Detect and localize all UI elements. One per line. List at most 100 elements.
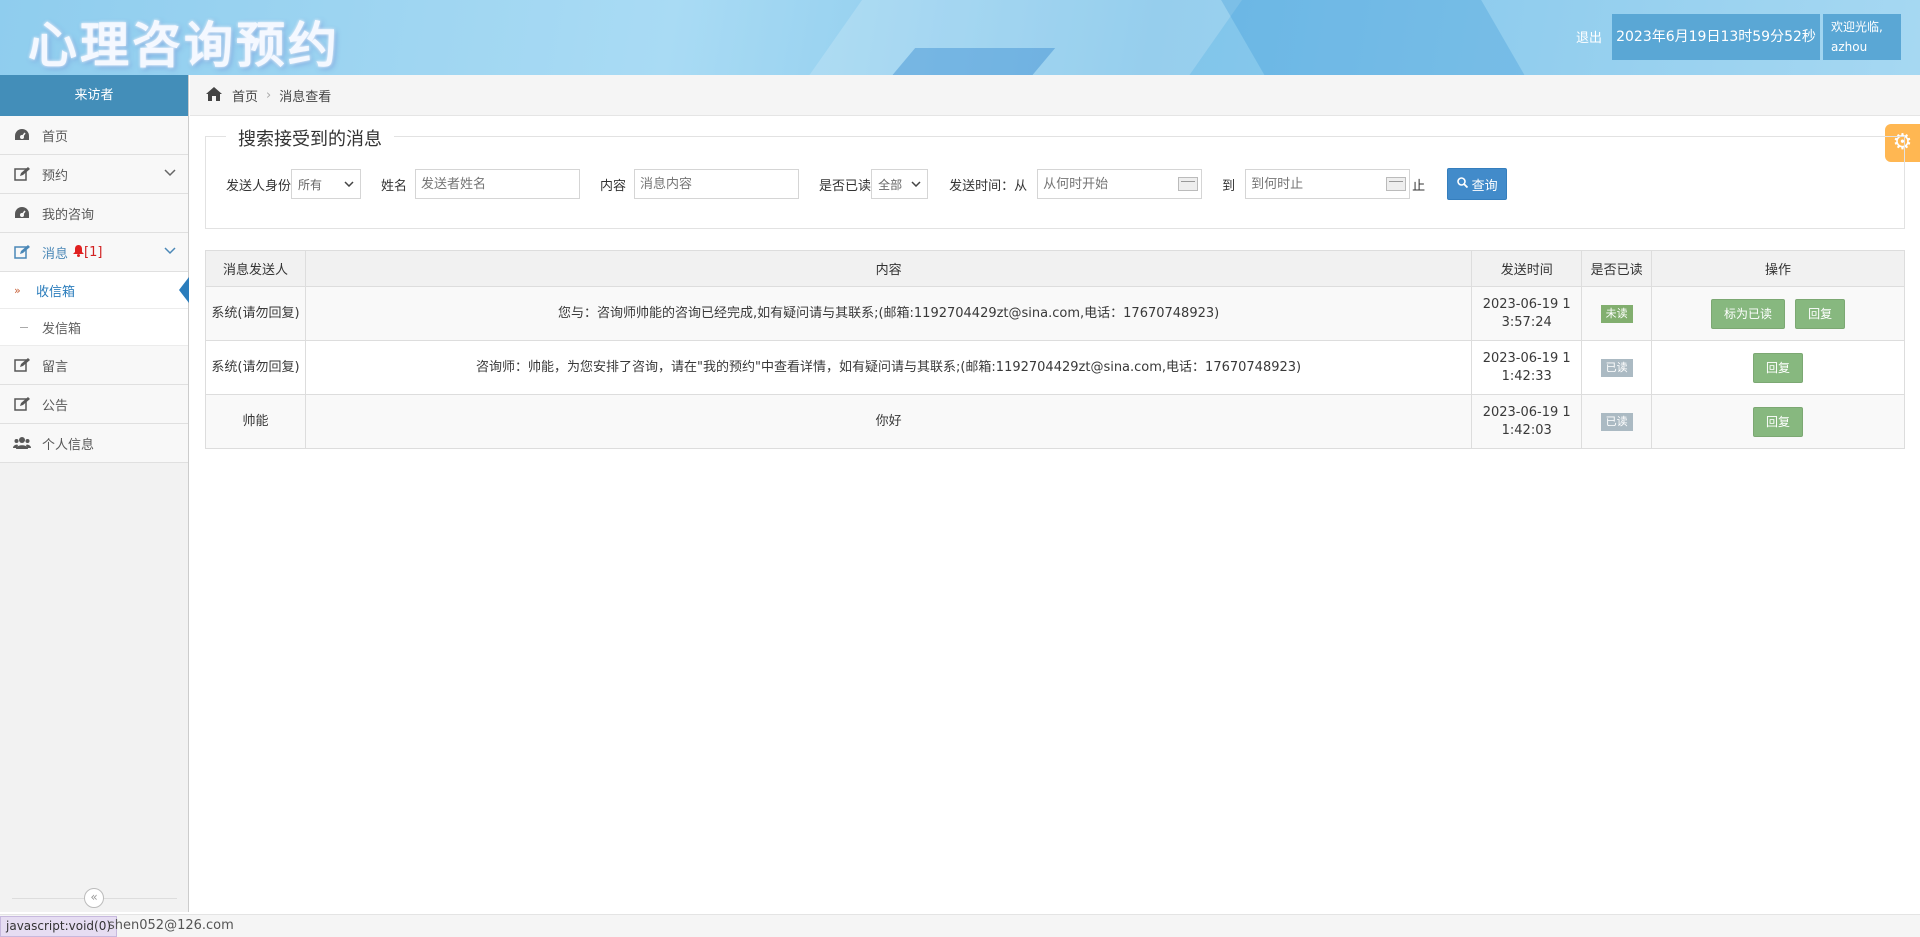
- cell-sender: 系统(请勿回复): [205, 286, 306, 341]
- table-header-row: 消息发送人 内容 发送时间 是否已读 操作: [205, 250, 1905, 287]
- send-time-label: 发送时间：从: [949, 178, 1028, 194]
- time-line: 2023-06-19 1: [1482, 350, 1571, 366]
- messages-table: 消息发送人 内容 发送时间 是否已读 操作 系统(请勿回复) 您与：咨询师帅能的…: [205, 250, 1905, 449]
- mark-read-button[interactable]: 标为已读: [1710, 298, 1785, 329]
- sidebar-item-label: 公告: [42, 398, 69, 414]
- sidebar-item-label: 消息: [42, 246, 69, 262]
- search-form-row: 发送人身份 所有 姓名 内容 是否已读 全部 发送时间：从 到 止: [226, 168, 1508, 200]
- sidebar-item-profile[interactable]: 个人信息: [0, 424, 188, 463]
- sidebar-item-label: 首页: [42, 129, 69, 145]
- column-header-actions: 操作: [1651, 250, 1905, 287]
- date-from-wrapper: [1037, 169, 1203, 199]
- time-line: 3:57:24: [1501, 314, 1552, 330]
- chevron-down-icon: [911, 179, 921, 190]
- dashboard-icon: [12, 127, 32, 143]
- reply-button[interactable]: 回复: [1753, 406, 1804, 437]
- sidebar-item-home[interactable]: 首页: [0, 116, 188, 155]
- to-label: 到: [1222, 178, 1236, 194]
- sidebar-item-label: 我的咨询: [42, 207, 95, 223]
- table-row: 系统(请勿回复) 您与：咨询师帅能的咨询已经完成,如有疑问请与其联系;(邮箱:1…: [205, 286, 1905, 341]
- sidebar-item-notice[interactable]: 公告: [0, 385, 188, 424]
- browser-status-bar: javascript:void(0) shen052@126.com: [0, 914, 1920, 937]
- edit-icon: [12, 396, 32, 412]
- content-input[interactable]: [634, 169, 800, 199]
- sender-identity-label: 发送人身份: [226, 178, 292, 194]
- edit-icon: [12, 244, 32, 260]
- time-line: 1:42:03: [1501, 422, 1552, 438]
- sidebar-item-label: 预约: [42, 168, 69, 184]
- sidebar-item-guestbook[interactable]: 留言: [0, 346, 188, 385]
- cell-content: 您与：咨询师帅能的咨询已经完成,如有疑问请与其联系;(邮箱:1192704429…: [304, 286, 1473, 341]
- calendar-icon[interactable]: [1178, 177, 1199, 191]
- cell-content: 咨询师：帅能，为您安排了咨询，请在"我的预约"中查看详情，如有疑问请与其联系;(…: [304, 340, 1473, 395]
- query-button[interactable]: 查询: [1447, 168, 1508, 200]
- logout-link[interactable]: 退出: [1576, 27, 1602, 46]
- sidebar-subitem-outbox[interactable]: 发信箱: [0, 309, 188, 346]
- edit-icon: [12, 166, 32, 182]
- cell-time: 2023-06-19 1 1:42:03: [1471, 394, 1583, 449]
- cell-content: 你好: [304, 394, 1473, 449]
- date-to-wrapper: [1245, 169, 1411, 199]
- sidebar-item-label: 收信箱: [36, 284, 76, 300]
- welcome-box: 欢迎光临, azhou: [1823, 14, 1901, 60]
- cell-time: 2023-06-19 1 3:57:24: [1471, 286, 1583, 341]
- double-chevron-left-icon[interactable]: «: [84, 888, 104, 908]
- app-logo: 心理咨询预约: [28, 17, 341, 74]
- query-button-label: 查询: [1471, 178, 1498, 194]
- sidebar-item-label: 留言: [42, 359, 69, 375]
- column-header-read: 是否已读: [1581, 250, 1653, 287]
- status-badge: 已读: [1600, 358, 1633, 377]
- sender-name-input[interactable]: [415, 169, 581, 199]
- cell-time: 2023-06-19 1 1:42:33: [1471, 340, 1583, 395]
- table-row: 系统(请勿回复) 咨询师：帅能，为您安排了咨询，请在"我的预约"中查看详情，如有…: [205, 340, 1905, 395]
- active-indicator: [179, 277, 189, 303]
- cell-read: 已读: [1581, 340, 1653, 395]
- chevron-down-icon: [164, 245, 176, 258]
- cell-sender: 系统(请勿回复): [205, 340, 306, 395]
- chevron-down-icon: [164, 167, 176, 180]
- sidebar-item-label: 发信箱: [42, 321, 82, 337]
- breadcrumb-current: 消息查看: [279, 89, 332, 105]
- status-badge: 未读: [1600, 304, 1633, 323]
- read-status-select[interactable]: 全部: [871, 169, 929, 199]
- breadcrumb-home-link[interactable]: 首页: [232, 86, 258, 105]
- sidebar-item-messages[interactable]: 消息 [1]: [0, 233, 188, 272]
- reply-button[interactable]: 回复: [1753, 352, 1804, 383]
- cell-sender: 帅能: [205, 394, 306, 449]
- sidebar-item-my-consult[interactable]: 我的咨询: [0, 194, 188, 233]
- unread-count: [1]: [84, 244, 103, 260]
- reply-button[interactable]: 回复: [1795, 298, 1846, 329]
- read-status-label: 是否已读: [819, 178, 872, 194]
- welcome-text: 欢迎光临,: [1831, 20, 1883, 34]
- username: azhou: [1831, 40, 1868, 54]
- top-header: 心理咨询预约 退出 2023年6月19日13时59分52秒 欢迎光临, azho…: [0, 0, 1920, 75]
- search-fieldset: 搜索接受到的消息 发送人身份 所有 姓名 内容 是否已读 全部 发送时间：从 到: [205, 125, 1905, 229]
- time-line: 2023-06-19 1: [1482, 404, 1571, 420]
- cell-read: 未读: [1581, 286, 1653, 341]
- users-icon: [12, 435, 32, 451]
- sidebar-item-label: 个人信息: [42, 437, 95, 453]
- home-icon[interactable]: [206, 86, 222, 105]
- sidebar-subitem-inbox[interactable]: » 收信箱: [0, 272, 189, 309]
- column-header-time: 发送时间: [1471, 250, 1583, 287]
- time-line: 2023-06-19 1: [1482, 296, 1571, 312]
- calendar-icon[interactable]: [1386, 177, 1407, 191]
- status-link-preview: javascript:void(0): [0, 916, 118, 937]
- chevron-down-icon: [344, 179, 354, 190]
- breadcrumb: 首页 › 消息查看: [190, 75, 1920, 116]
- name-label: 姓名: [381, 178, 408, 194]
- sidebar: 来访者 首页 预约 我的咨询 消息 [1] » 收信箱 发信箱 留言 公告 个人…: [0, 75, 189, 912]
- breadcrumb-separator: ›: [266, 87, 272, 103]
- current-datetime: 2023年6月19日13时59分52秒: [1612, 14, 1820, 60]
- search-icon: [1456, 177, 1468, 191]
- cell-read: 已读: [1581, 394, 1653, 449]
- sidebar-item-appointment[interactable]: 预约: [0, 155, 188, 194]
- time-line: 1:42:33: [1501, 368, 1552, 384]
- search-legend: 搜索接受到的消息: [226, 125, 394, 151]
- sender-identity-select[interactable]: 所有: [291, 169, 362, 199]
- table-row: 帅能 你好 2023-06-19 1 1:42:03 已读 回复: [205, 394, 1905, 449]
- select-value: 全部: [878, 177, 903, 192]
- column-header-sender: 消息发送人: [205, 250, 306, 287]
- select-value: 所有: [298, 177, 323, 192]
- to-suffix: 止: [1412, 178, 1426, 194]
